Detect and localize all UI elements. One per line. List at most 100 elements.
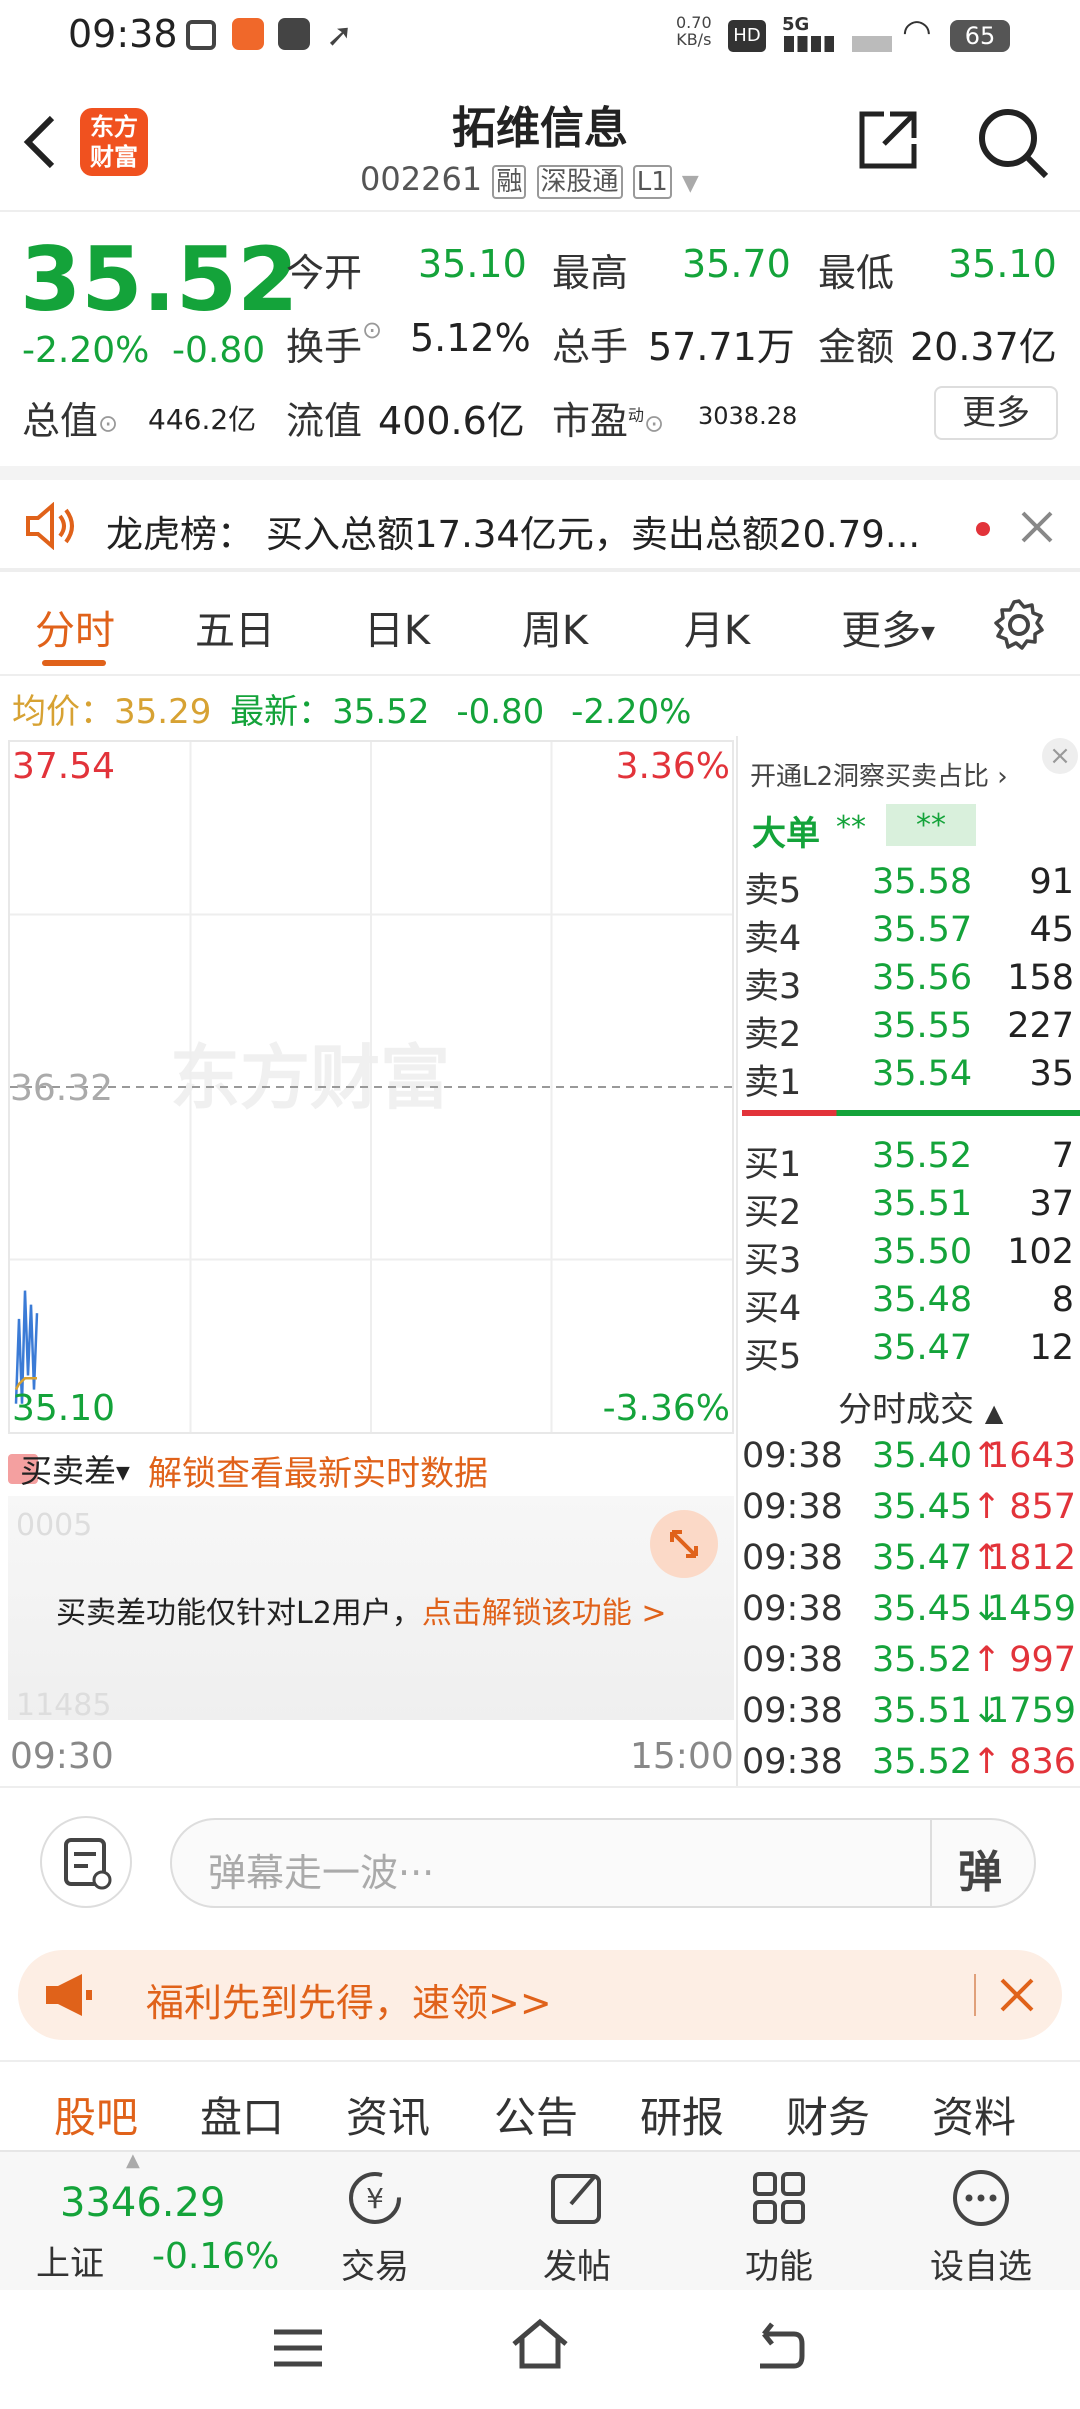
tab-more[interactable]: 更多▼ (828, 598, 948, 656)
ask-price: 35.58 (872, 862, 973, 902)
bid-row[interactable]: 买4 35.48 8 (742, 1280, 1080, 1329)
stock-code: 002261 (360, 160, 483, 198)
unlock-realtime-link[interactable]: 解锁查看最新实时数据 (148, 1446, 488, 1495)
tick-volume: 1643 (986, 1436, 1076, 1476)
big-order-value-2: ** (886, 804, 976, 846)
tick-time: 09:38 (742, 1436, 843, 1476)
bottom-tabs: 股吧 盘口 资讯 公告 研报 财务 资料 (0, 2060, 1080, 2146)
share-icon[interactable] (854, 106, 922, 178)
more-button[interactable]: 更多 (934, 386, 1058, 440)
danmu-input[interactable]: 弹幕走一波··· 弹 (170, 1818, 1036, 1908)
bid-label: 买3 (744, 1241, 802, 1281)
tab-profile[interactable]: 资料 (932, 2084, 1016, 2145)
edit-icon (551, 2174, 601, 2224)
bid-label: 买2 (744, 1193, 802, 1233)
nav-trade[interactable]: ¥ 交易 (320, 2166, 430, 2288)
tab-5day[interactable]: 五日 (180, 598, 290, 656)
tab-active-indicator (42, 660, 106, 666)
intraday-chart[interactable]: 东方财富 37.54 3.36% 36.32 35.10 -3.36% (8, 740, 734, 1434)
ask-row[interactable]: 卖5 35.58 91 (742, 862, 1080, 911)
lock-overlay[interactable]: 0005 11485 买卖差功能仅针对L2用户，点击解锁该功能 > (8, 1496, 734, 1723)
index-widget[interactable]: ▲ 3346.29 上证 -0.16% (0, 2150, 300, 2292)
tick-time: 09:38 (742, 1538, 843, 1578)
tag-level: L1 (632, 165, 672, 199)
ticks-header[interactable]: 分时成交 ▲ (838, 1382, 1003, 1431)
tick-price: 35.51 (872, 1691, 973, 1731)
danmu-placeholder: 弹幕走一波··· (208, 1851, 435, 1895)
logo-text-1: 东方 (90, 113, 138, 141)
bid-row[interactable]: 买2 35.51 37 (742, 1184, 1080, 1233)
index-up-arrow: ▲ (126, 2150, 140, 2171)
bid-volume: 37 (1029, 1184, 1074, 1224)
stock-code-row[interactable]: 002261 融 深股通 L1 ▼ (360, 160, 699, 200)
ask-row[interactable]: 卖2 35.55 227 (742, 1006, 1080, 1055)
settings-gear-icon[interactable] (992, 598, 1046, 656)
l2-promo[interactable]: 开通L2洞察买卖占比 › (750, 756, 1008, 793)
bid-row[interactable]: 买5 35.47 12 (742, 1328, 1080, 1377)
tick-volume: 836 (1009, 1742, 1076, 1782)
back-nav-icon[interactable] (750, 2320, 806, 2376)
menu-icon[interactable] (270, 2324, 326, 2376)
tab-daily-k[interactable]: 日K (342, 598, 452, 656)
nav-trade-label: 交易 (341, 2247, 409, 2287)
info-icon[interactable]: ⊙ (644, 410, 664, 438)
info-icon[interactable]: ⊙ (362, 316, 382, 344)
notice-dot (976, 522, 990, 536)
tick-volume: 1812 (986, 1538, 1076, 1578)
welfare-banner[interactable]: 福利先到先得，速领>> (18, 1950, 1062, 2040)
ask-row[interactable]: 卖3 35.56 158 (742, 958, 1080, 1007)
avg-label: 均价： (12, 692, 114, 732)
ask-volume: 35 (1029, 1054, 1074, 1094)
volume-value: 57.71万 (648, 325, 795, 369)
indicator-selector[interactable]: 买卖差▼ (20, 1446, 130, 1492)
net-speed: 0.70 KB/s (676, 13, 712, 49)
close-icon[interactable] (1020, 510, 1054, 548)
banner-close-icon[interactable] (998, 1976, 1036, 2018)
notice-bar[interactable]: 龙虎榜： 买入总额17.34亿元，卖出总额20.79... (0, 466, 1080, 570)
ask-row[interactable]: 卖4 35.57 45 (742, 910, 1080, 959)
tick-row: 09:38 35.51 ↓ 1759 (742, 1691, 1080, 1742)
bid-label: 买5 (744, 1337, 802, 1377)
tab-weekly-k[interactable]: 周K (500, 598, 610, 656)
network-type: 5G (782, 14, 810, 35)
header: 东方 财富 拓维信息 002261 融 深股通 L1 ▼ (0, 72, 1080, 212)
danmu-button[interactable]: 弹 (958, 1836, 1002, 1900)
nav-watchlist[interactable]: 设自选 (926, 2166, 1036, 2288)
y-axis-top: 37.54 (12, 746, 116, 787)
bid-row[interactable]: 买1 35.52 7 (742, 1136, 1080, 1185)
bid-volume: 102 (1007, 1232, 1074, 1272)
sub-y-bottom: 11485 (16, 1688, 112, 1723)
unlock-feature-link[interactable]: 点击解锁该功能 > (422, 1596, 667, 1631)
tab-monthly-k[interactable]: 月K (662, 598, 772, 656)
promo-close-icon[interactable]: × (1042, 738, 1078, 774)
bid-row[interactable]: 买3 35.50 102 (742, 1232, 1080, 1281)
tab-pankou[interactable]: 盘口 (200, 2084, 284, 2145)
tab-news[interactable]: 资讯 (346, 2084, 430, 2145)
index-change: -0.16% (152, 2236, 280, 2277)
search-icon[interactable] (976, 106, 1050, 184)
nav-post[interactable]: 发帖 (522, 2166, 632, 2288)
latest-change-amt: -0.80 (456, 692, 545, 732)
sub-y-top: 0005 (16, 1508, 93, 1543)
info-icon[interactable]: ⊙ (98, 410, 118, 438)
tick-row: 09:38 35.47 ↑ 1812 (742, 1538, 1080, 1589)
bottom-nav: ▲ 3346.29 上证 -0.16% ¥ 交易 发帖 功能 设自选 (0, 2150, 1080, 2290)
wifi-icon: ◠ (902, 12, 932, 52)
sub-chart: 买卖差▼ 解锁查看最新实时数据 0005 11485 买卖差功能仅针对L2用户，… (8, 1436, 734, 1724)
tab-finance[interactable]: 财务 (786, 2084, 870, 2145)
tick-time: 09:38 (742, 1640, 843, 1680)
ask-row[interactable]: 卖1 35.54 35 (742, 1054, 1080, 1103)
expand-icon[interactable] (650, 1510, 718, 1578)
tab-intraday[interactable]: 分时 (20, 598, 130, 656)
tab-announcements[interactable]: 公告 (494, 2084, 578, 2145)
nav-features[interactable]: 功能 (724, 2166, 834, 2288)
home-icon[interactable] (508, 2316, 572, 2376)
back-icon[interactable] (20, 112, 60, 172)
tab-guba[interactable]: 股吧 (54, 2084, 138, 2145)
sim-card-icon (186, 20, 216, 50)
hd-icon: HD (728, 20, 766, 52)
signal-2-icon (852, 36, 892, 52)
note-icon[interactable] (40, 1816, 132, 1908)
tab-research[interactable]: 研报 (640, 2084, 724, 2145)
app-logo[interactable]: 东方 财富 (80, 108, 148, 176)
